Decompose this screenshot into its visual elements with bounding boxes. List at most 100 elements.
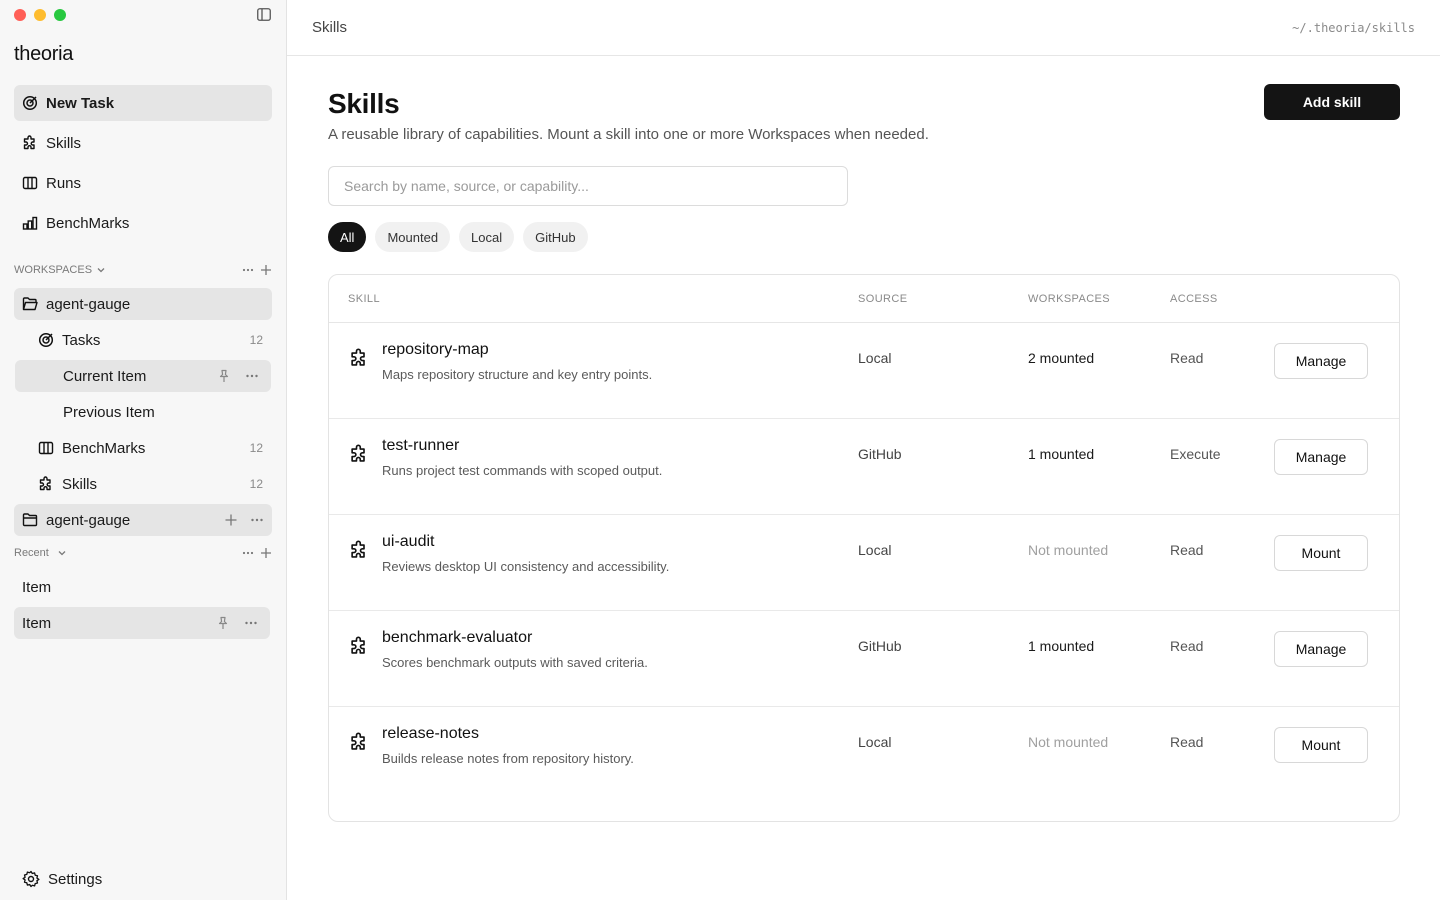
filter-github[interactable]: GitHub	[523, 222, 588, 252]
skill-name: release-notes	[382, 725, 479, 742]
puzzle-icon	[349, 636, 369, 656]
workspace-tasks[interactable]: Tasks 12	[15, 324, 271, 356]
settings-label: Settings	[48, 870, 103, 888]
puzzle-icon	[349, 540, 369, 560]
column-header-access: ACCESS	[1170, 293, 1218, 305]
bar-chart-icon	[22, 215, 38, 231]
plus-icon[interactable]	[260, 264, 272, 276]
sidebar-item-skills[interactable]: Skills	[14, 125, 272, 161]
skill-source: Local	[858, 734, 892, 750]
workspace-benchmarks[interactable]: BenchMarks 12	[15, 432, 271, 464]
manage-button[interactable]: Manage	[1274, 343, 1368, 379]
table-header: SKILL SOURCE WORKSPACES ACCESS	[329, 275, 1399, 323]
skill-description: Reviews desktop UI consistency and acces…	[382, 559, 670, 574]
workspace-agent-gauge-2[interactable]: agent-gauge	[14, 504, 272, 536]
workspace-benchmarks-label: BenchMarks	[62, 439, 146, 457]
workspace-agent-gauge[interactable]: agent-gauge	[14, 288, 272, 320]
recent-item[interactable]: Item	[14, 607, 270, 639]
filter-mounted[interactable]: Mounted	[375, 222, 451, 252]
recent-item-label: Item	[22, 614, 52, 632]
new-task-button[interactable]: New Task	[14, 85, 272, 121]
sidebar-item-runs[interactable]: Runs	[14, 165, 272, 201]
current-item-label: Current Item	[63, 367, 147, 385]
search-input[interactable]	[328, 166, 848, 206]
skill-description: Runs project test commands with scoped o…	[382, 463, 663, 478]
more-icon[interactable]	[250, 513, 264, 527]
window-minimize-button[interactable]	[34, 9, 46, 21]
recent-header[interactable]: Recent	[14, 545, 272, 561]
skill-workspaces: 1 mounted	[1028, 446, 1095, 462]
pin-icon[interactable]	[217, 369, 231, 383]
table-row[interactable]: release-notes Builds release notes from …	[329, 707, 1399, 803]
puzzle-icon	[22, 135, 38, 151]
skill-access: Execute	[1170, 446, 1221, 462]
benchmarks-count: 12	[249, 441, 263, 455]
settings-button[interactable]: Settings	[22, 870, 102, 888]
pin-icon[interactable]	[216, 616, 230, 630]
topbar: Skills ~/.theoria/skills	[287, 0, 1440, 56]
column-header-workspaces: WORKSPACES	[1028, 293, 1111, 305]
skill-name: ui-audit	[382, 533, 435, 550]
skill-description: Builds release notes from repository his…	[382, 751, 634, 766]
tasks-count: 12	[249, 333, 263, 347]
recent-header-label: Recent	[14, 547, 49, 559]
workspace-tasks-label: Tasks	[62, 331, 101, 349]
more-icon[interactable]	[242, 264, 254, 276]
plus-icon[interactable]	[260, 547, 272, 559]
skill-description: Scores benchmark outputs with saved crit…	[382, 655, 648, 670]
table-row[interactable]: repository-map Maps repository structure…	[329, 323, 1399, 419]
add-skill-button[interactable]: Add skill	[1264, 84, 1400, 120]
puzzle-icon	[38, 476, 54, 492]
skill-access: Read	[1170, 542, 1204, 558]
chevron-down-icon	[97, 268, 105, 273]
column-header-source: SOURCE	[858, 293, 908, 305]
sidebar-toggle-icon[interactable]	[257, 8, 271, 21]
skill-source: Local	[858, 542, 892, 558]
skill-source: GitHub	[858, 638, 902, 654]
sidebar-item-label: Skills	[46, 134, 82, 152]
window-zoom-button[interactable]	[54, 9, 66, 21]
more-icon[interactable]	[242, 547, 254, 559]
table-row[interactable]: ui-audit Reviews desktop UI consistency …	[329, 515, 1399, 611]
puzzle-icon	[349, 732, 369, 752]
skills-path: ~/.theoria/skills	[1292, 21, 1415, 35]
current-item[interactable]: Current Item	[15, 360, 271, 392]
window-close-button[interactable]	[14, 9, 26, 21]
skill-description: Maps repository structure and key entry …	[382, 367, 653, 382]
skill-name: benchmark-evaluator	[382, 629, 533, 646]
more-icon[interactable]	[245, 369, 259, 383]
previous-item[interactable]: Previous Item	[15, 396, 271, 428]
skills-count: 12	[249, 477, 263, 491]
table-row[interactable]: test-runner Runs project test commands w…	[329, 419, 1399, 515]
workspace-skills-label: Skills	[62, 475, 98, 493]
mount-button[interactable]: Mount	[1274, 535, 1368, 571]
table-row[interactable]: benchmark-evaluator Scores benchmark out…	[329, 611, 1399, 707]
workspace-name: agent-gauge	[46, 511, 131, 529]
more-icon[interactable]	[244, 616, 258, 630]
workspaces-header-label: WORKSPACES	[14, 264, 93, 276]
target-icon	[22, 95, 38, 111]
folder-open-icon	[22, 296, 38, 312]
workspaces-header[interactable]: WORKSPACES	[14, 262, 272, 278]
sidebar-item-benchmarks[interactable]: BenchMarks	[14, 205, 272, 241]
skill-access: Read	[1170, 350, 1204, 366]
gear-icon	[22, 870, 40, 888]
plus-icon[interactable]	[224, 513, 238, 527]
filter-all[interactable]: All	[328, 222, 367, 252]
breadcrumb: Skills	[312, 19, 348, 36]
workspace-name: agent-gauge	[46, 295, 131, 313]
mount-button[interactable]: Mount	[1274, 727, 1368, 763]
manage-button[interactable]: Manage	[1274, 631, 1368, 667]
target-icon	[38, 332, 54, 348]
skill-source: Local	[858, 350, 892, 366]
manage-button[interactable]: Manage	[1274, 439, 1368, 475]
page-title: Skills	[328, 88, 400, 119]
workspace-skills[interactable]: Skills 12	[15, 468, 271, 500]
filter-local[interactable]: Local	[459, 222, 515, 252]
recent-item-label: Item	[22, 578, 52, 596]
folder-icon	[22, 512, 38, 528]
new-task-label: New Task	[46, 94, 115, 112]
recent-item[interactable]: Item	[15, 571, 271, 603]
chevron-down-icon	[58, 551, 66, 556]
skills-table: SKILL SOURCE WORKSPACES ACCESS repositor…	[328, 274, 1400, 822]
